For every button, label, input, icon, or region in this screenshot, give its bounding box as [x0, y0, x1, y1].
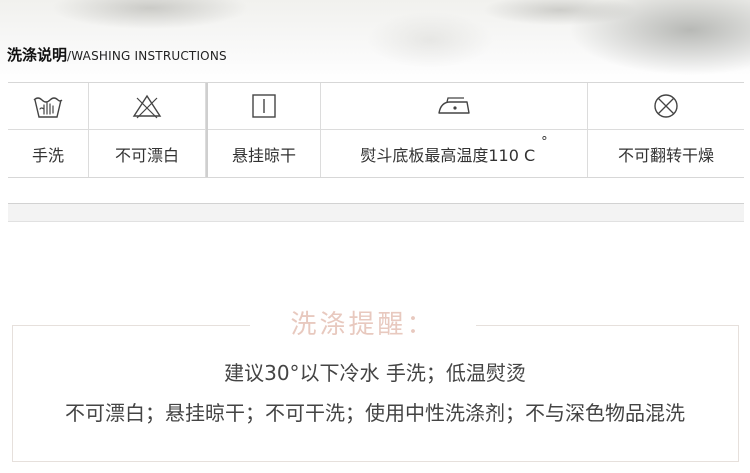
iron-label-text: 熨斗底板最高温度110 C — [360, 145, 536, 165]
iron-icon — [438, 97, 470, 114]
care-label: 熨斗底板最高温度110 C ° — [321, 130, 587, 177]
reminder-line-1: 建议30°以下冷水 手洗；低温熨烫 — [224, 361, 526, 385]
care-column-no-bleach: 不可漂白 — [89, 83, 206, 177]
degree-mark: ° — [541, 135, 548, 150]
title-en: WASHING INSTRUCTIONS — [71, 49, 227, 63]
hang-dry-icon — [252, 94, 276, 118]
care-column-hand-wash: 手洗 — [8, 83, 89, 177]
care-label: 不可翻转干燥 — [617, 145, 714, 165]
hand-wash-icon — [33, 97, 63, 118]
care-column-no-tumble-dry: 不可翻转干燥 — [588, 83, 744, 177]
divider-bar — [8, 203, 744, 222]
reminder-box — [12, 325, 739, 462]
care-symbol-table: 手洗 不可漂白 悬挂晾干 熨斗底板最高温度110 C ° 不可翻转干燥 — [8, 82, 744, 178]
care-column-hang-dry: 悬挂晾干 — [206, 83, 321, 177]
care-label: 悬挂晾干 — [231, 145, 296, 165]
section-title: 洗涤说明/WASHING INSTRUCTIONS — [7, 44, 227, 66]
no-tumble-dry-icon — [654, 94, 678, 118]
care-label: 不可漂白 — [114, 145, 179, 165]
care-column-iron: 熨斗底板最高温度110 C ° — [321, 83, 588, 177]
care-label: 手洗 — [31, 145, 64, 165]
title-cn: 洗涤说明 — [7, 46, 68, 64]
ink-landscape-banner — [0, 0, 750, 82]
reminder-title: 洗涤提醒： — [250, 306, 476, 344]
no-bleach-icon — [132, 94, 162, 119]
reminder-line-2: 不可漂白；悬挂晾干；不可干洗；使用中性洗涤剂；不与深色物品混洗 — [65, 401, 685, 425]
